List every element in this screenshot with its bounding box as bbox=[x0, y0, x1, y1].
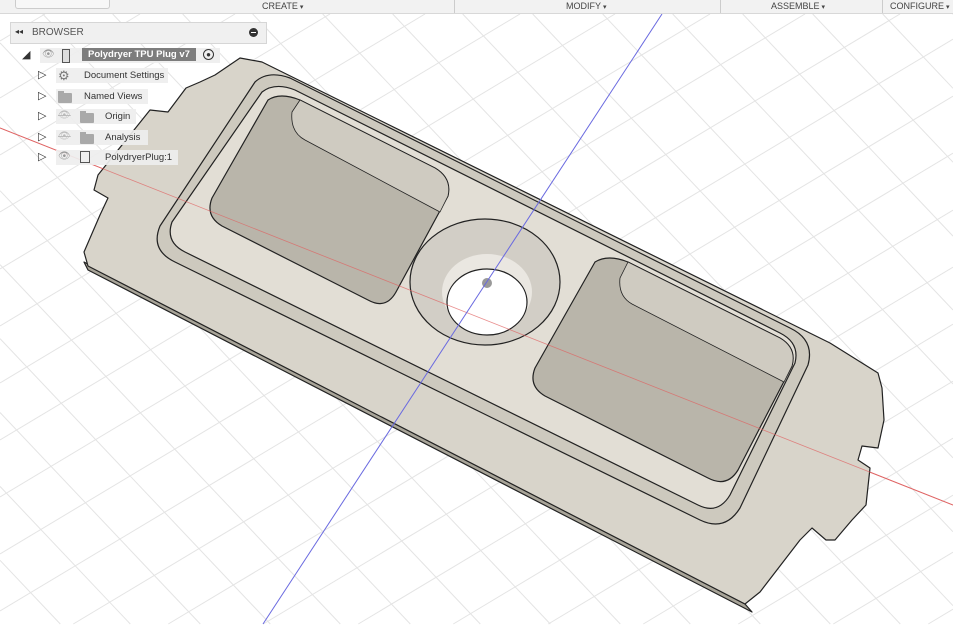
chevron-down-icon: ▾ bbox=[603, 4, 607, 11]
browser-item-named-views[interactable]: ▷ Named Views bbox=[38, 89, 158, 105]
browser-item-analysis[interactable]: ▷ 👁 Analysis bbox=[38, 130, 153, 146]
grid-line bbox=[0, 486, 131, 625]
eye-hidden-icon[interactable]: 👁 bbox=[58, 131, 71, 142]
3d-viewport[interactable] bbox=[0, 14, 953, 625]
item-label: Document Settings bbox=[84, 70, 165, 81]
document-icon bbox=[62, 49, 70, 63]
menu-create-label: CREATE bbox=[262, 1, 298, 11]
chevron-down-icon: ▾ bbox=[821, 4, 826, 11]
expand-triangle-icon[interactable]: ▷ bbox=[38, 68, 46, 81]
gear-icon: ⚙ bbox=[58, 68, 70, 83]
grid-line bbox=[0, 338, 271, 625]
grid-line bbox=[928, 608, 953, 625]
plug-model[interactable] bbox=[83, 57, 885, 613]
divider bbox=[454, 0, 455, 13]
browser-root-node[interactable]: ◢ 👁 Polydryer TPU Plug v7 ● bbox=[20, 48, 225, 64]
expand-triangle-icon[interactable]: ▷ bbox=[38, 130, 46, 143]
collapse-panel-icon[interactable]: ◂◂ bbox=[15, 27, 23, 36]
grid-line bbox=[882, 14, 953, 89]
menu-modify-label: MODIFY bbox=[566, 1, 601, 11]
item-label: Analysis bbox=[105, 132, 141, 143]
menu-modify[interactable]: MODIFY ▾ bbox=[566, 1, 607, 11]
eye-icon[interactable]: 👁 bbox=[42, 49, 55, 60]
browser-item-document-settings[interactable]: ▷ ⚙ Document Settings bbox=[38, 68, 178, 84]
eye-hidden-icon[interactable]: 👁 bbox=[58, 110, 71, 121]
folder-icon bbox=[80, 111, 94, 123]
grid-line bbox=[672, 14, 953, 311]
menu-create[interactable]: CREATE ▾ bbox=[262, 1, 303, 11]
component-icon bbox=[80, 151, 90, 163]
folder-icon bbox=[80, 132, 94, 144]
item-label: Named Views bbox=[84, 91, 143, 102]
item-label: PolydryerPlug:1 bbox=[105, 152, 173, 163]
activate-radio-icon[interactable]: ● bbox=[203, 49, 214, 60]
browser-title: BROWSER bbox=[32, 27, 84, 38]
divider bbox=[882, 0, 883, 13]
expand-triangle-icon[interactable]: ▷ bbox=[38, 109, 46, 122]
folder-icon bbox=[58, 91, 72, 103]
eye-icon[interactable]: 👁 bbox=[58, 151, 71, 162]
grid-line bbox=[812, 14, 953, 163]
grid-line bbox=[0, 559, 61, 625]
browser-item-origin[interactable]: ▷ 👁 Origin bbox=[38, 109, 138, 125]
menu-configure[interactable]: CONFIGURE ▾ bbox=[890, 1, 950, 11]
collapse-triangle-icon[interactable]: ◢ bbox=[22, 48, 30, 61]
toolbar-left-group[interactable] bbox=[15, 0, 110, 9]
toolbar: CREATE ▾ MODIFY ▾ ASSEMBLE ▾ CONFIGURE ▾ bbox=[0, 0, 953, 14]
grid-line bbox=[742, 14, 953, 237]
expand-triangle-icon[interactable]: ▷ bbox=[38, 89, 46, 102]
browser-item-polydryerplug[interactable]: ▷ 👁 PolydryerPlug:1 bbox=[38, 150, 183, 166]
divider bbox=[720, 0, 721, 13]
minimize-icon[interactable] bbox=[249, 28, 258, 37]
menu-assemble-label: ASSEMBLE bbox=[771, 1, 820, 11]
expand-triangle-icon[interactable]: ▷ bbox=[38, 150, 46, 163]
browser-panel-header: ◂◂ BROWSER bbox=[10, 22, 267, 44]
chevron-down-icon: ▾ bbox=[946, 4, 950, 11]
chevron-down-icon: ▾ bbox=[299, 4, 304, 11]
item-label: Origin bbox=[105, 111, 131, 122]
menu-assemble[interactable]: ASSEMBLE ▾ bbox=[771, 1, 825, 11]
root-label: Polydryer TPU Plug v7 bbox=[82, 48, 196, 61]
menu-configure-label: CONFIGURE bbox=[890, 1, 944, 11]
grid-line bbox=[833, 551, 953, 625]
